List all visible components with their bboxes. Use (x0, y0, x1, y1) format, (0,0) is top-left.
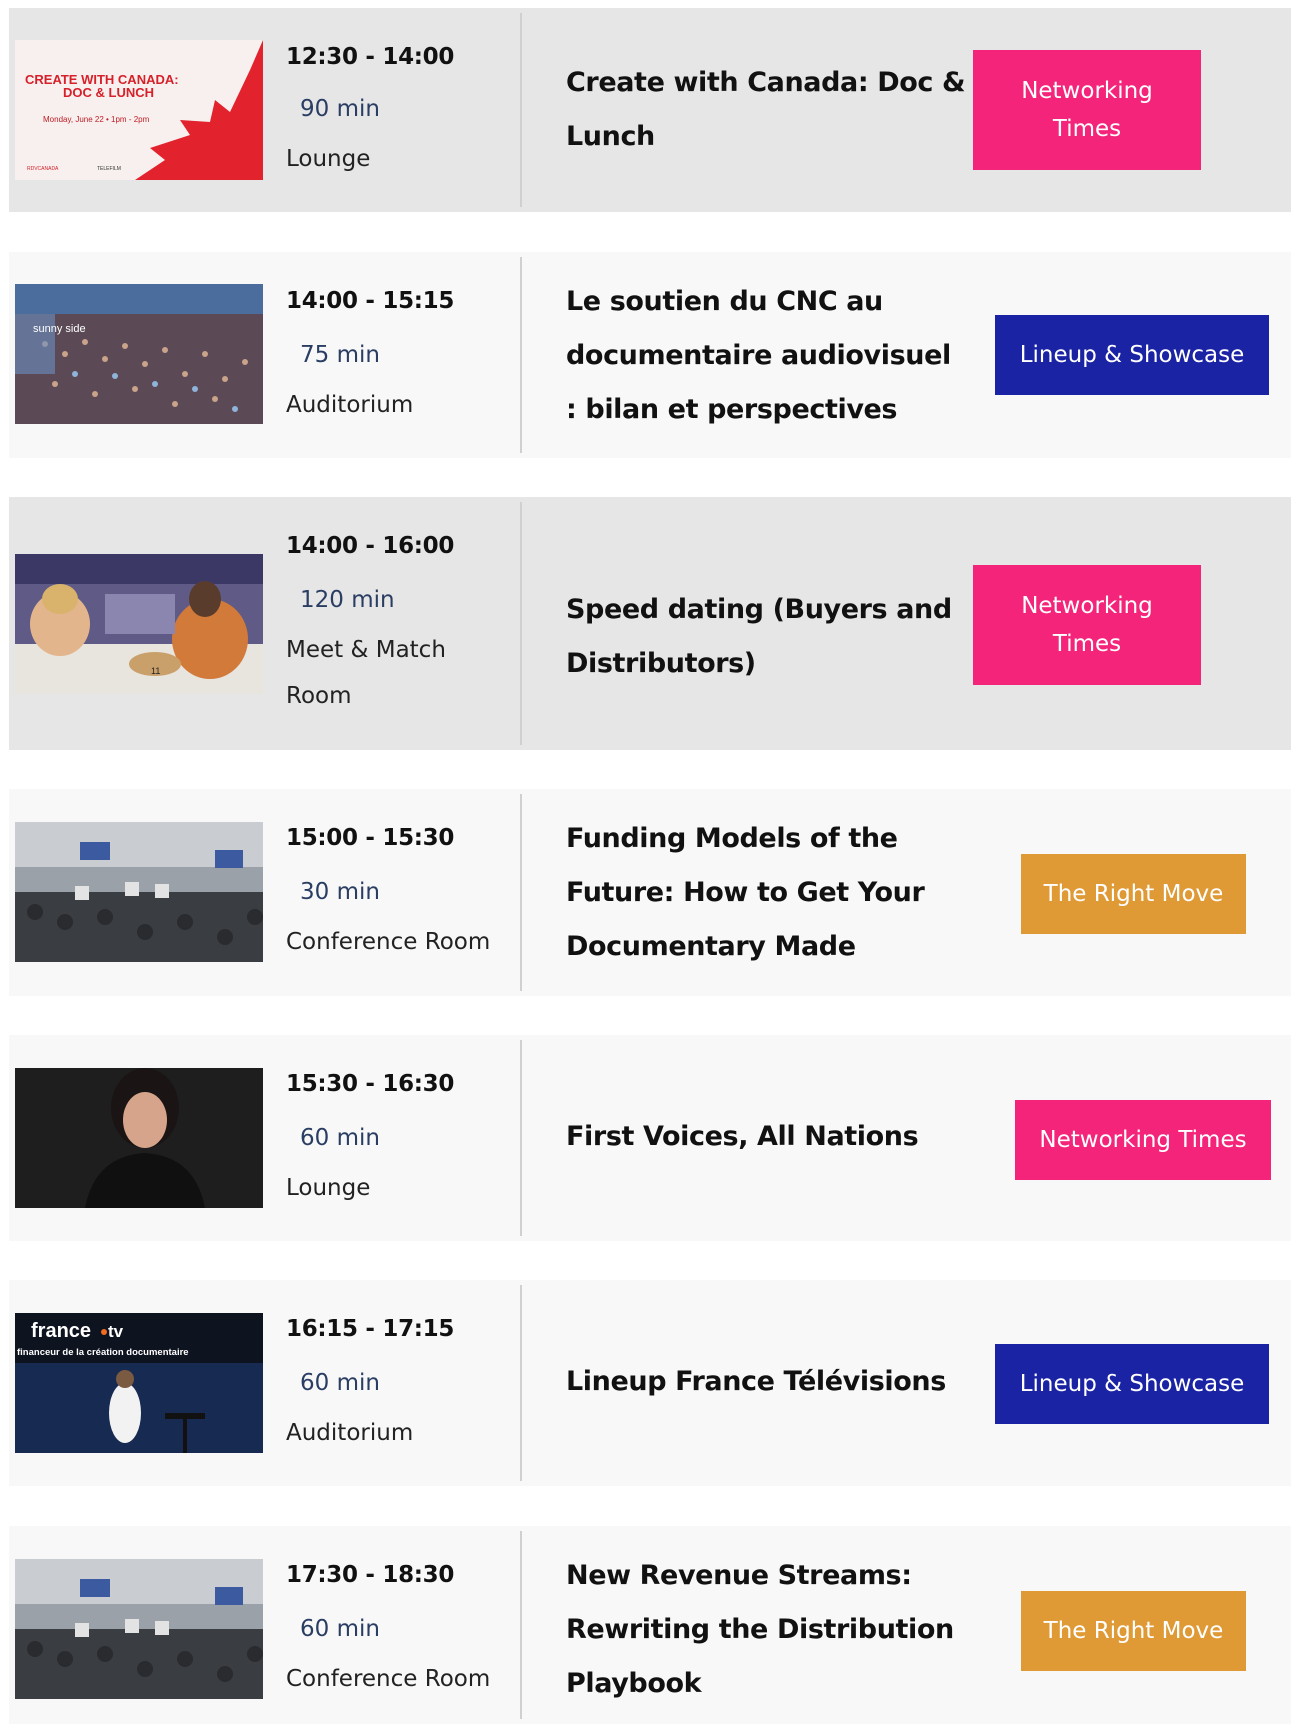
session-thumbnail[interactable] (15, 822, 263, 962)
session-tag[interactable]: Networking Times (1015, 1100, 1271, 1180)
session-row: 15:30 - 16:30 60 min Lounge First Voices… (9, 1035, 1291, 1241)
session-title[interactable]: New Revenue Streams: Rewriting the Distr… (566, 1549, 966, 1711)
row-divider (520, 1285, 522, 1481)
session-duration: 90 min (300, 96, 380, 122)
conference-room-photo (15, 1559, 263, 1699)
session-thumbnail[interactable]: CREATE WITH CANADA: DOC & LUNCH Monday, … (15, 40, 263, 180)
row-divider (520, 257, 522, 453)
promo-logo: RDVCANADA (27, 166, 59, 172)
session-thumbnail[interactable]: france tv financeur de la création docum… (15, 1313, 263, 1453)
session-title[interactable]: Speed dating (Buyers and Distributors) (566, 583, 966, 691)
auditorium-photo: sunny side (15, 284, 263, 424)
session-meta: 17:30 - 18:30 60 min Conference Room (286, 1560, 516, 1702)
promo-line3: Monday, June 22 • 1pm - 2pm (43, 115, 150, 124)
row-divider (520, 794, 522, 991)
session-duration: 60 min (300, 1125, 380, 1151)
row-divider (520, 502, 522, 745)
session-time: 15:00 - 15:30 (286, 825, 455, 851)
session-thumbnail[interactable] (15, 1068, 263, 1208)
session-row: 15:00 - 15:30 30 min Conference Room Fun… (9, 789, 1291, 996)
session-room: Conference Room (286, 1666, 491, 1692)
session-time: 16:15 - 17:15 (286, 1316, 455, 1342)
session-title[interactable]: First Voices, All Nations (566, 1110, 966, 1164)
session-meta: 14:00 - 16:00 120 min Meet & Match Room (286, 531, 516, 719)
session-time: 14:00 - 15:15 (286, 288, 455, 314)
conference-room-photo (15, 822, 263, 962)
session-thumbnail[interactable]: 11 (15, 554, 263, 694)
session-duration: 120 min (300, 587, 395, 613)
session-title[interactable]: Lineup France Télévisions (566, 1355, 966, 1409)
session-title[interactable]: Le soutien du CNC au documentaire audiov… (566, 275, 966, 437)
session-row: france tv financeur de la création docum… (9, 1280, 1291, 1486)
session-row: CREATE WITH CANADA: DOC & LUNCH Monday, … (9, 8, 1291, 212)
promo-logo2: TELEFILM (97, 166, 121, 172)
session-tag[interactable]: The Right Move (1021, 854, 1246, 934)
promo-line2: DOC & LUNCH (63, 85, 154, 100)
france-tv-logo-suffix: tv (108, 1322, 124, 1341)
canada-promo-image: CREATE WITH CANADA: DOC & LUNCH Monday, … (15, 40, 263, 180)
auditorium-sign: sunny side (33, 323, 86, 335)
session-thumbnail[interactable]: sunny side (15, 284, 263, 424)
session-tag[interactable]: Lineup & Showcase (995, 1344, 1269, 1424)
session-tag[interactable]: The Right Move (1021, 1591, 1246, 1671)
session-room: Auditorium (286, 392, 414, 418)
speed-dating-photo: 11 (15, 554, 263, 694)
session-room: Auditorium (286, 1420, 414, 1446)
session-row: 11 14:00 - 16:00 120 min Meet & Match Ro… (9, 497, 1291, 750)
session-room: Lounge (286, 146, 371, 172)
session-time: 12:30 - 14:00 (286, 44, 455, 70)
session-duration: 60 min (300, 1616, 380, 1642)
session-row: sunny side 14:00 - 15:15 75 min Auditori… (9, 252, 1291, 458)
session-meta: 16:15 - 17:15 60 min Auditorium (286, 1314, 516, 1456)
row-divider (520, 13, 522, 207)
row-divider (520, 1040, 522, 1236)
session-meta: 15:30 - 16:30 60 min Lounge (286, 1069, 516, 1211)
session-meta: 14:00 - 15:15 75 min Auditorium (286, 286, 516, 428)
session-duration: 30 min (300, 879, 380, 905)
session-meta: 12:30 - 14:00 90 min Lounge (286, 42, 516, 182)
session-tag[interactable]: Lineup & Showcase (995, 315, 1269, 395)
france-tv-photo: france tv financeur de la création docum… (15, 1313, 263, 1453)
session-row: 17:30 - 18:30 60 min Conference Room New… (9, 1526, 1291, 1724)
session-time: 15:30 - 16:30 (286, 1071, 455, 1097)
session-title[interactable]: Funding Models of the Future: How to Get… (566, 812, 966, 974)
france-tv-slogan: financeur de la création documentaire (17, 1347, 189, 1358)
session-tag[interactable]: Networking Times (973, 50, 1201, 170)
table-number: 11 (151, 666, 160, 676)
session-tag[interactable]: Networking Times (973, 565, 1201, 685)
session-title[interactable]: Create with Canada: Doc & Lunch (566, 56, 966, 164)
speaker-portrait-photo (15, 1068, 263, 1208)
session-meta: 15:00 - 15:30 30 min Conference Room (286, 823, 516, 965)
row-divider (520, 1531, 522, 1719)
session-duration: 60 min (300, 1370, 380, 1396)
session-thumbnail[interactable] (15, 1559, 263, 1699)
france-tv-logo: france (31, 1320, 91, 1342)
session-room: Lounge (286, 1175, 371, 1201)
session-room: Conference Room (286, 929, 491, 955)
session-room: Meet & Match Room (286, 637, 446, 709)
session-duration: 75 min (300, 342, 380, 368)
session-time: 17:30 - 18:30 (286, 1562, 455, 1588)
session-time: 14:00 - 16:00 (286, 533, 455, 559)
